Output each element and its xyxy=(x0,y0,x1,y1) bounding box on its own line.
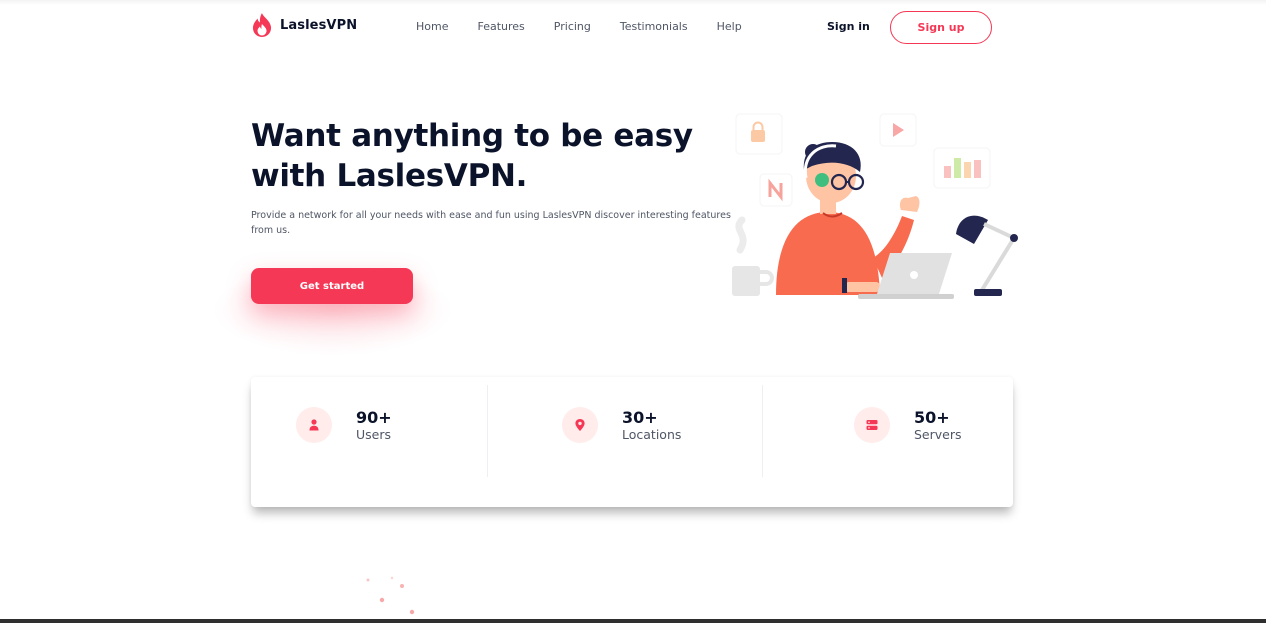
mug-icon xyxy=(732,216,774,296)
bottom-edge xyxy=(0,619,1266,623)
chart-card-icon xyxy=(933,147,991,189)
user-icon xyxy=(309,419,319,431)
hero-description: Provide a network for all your needs wit… xyxy=(251,210,731,236)
stat-label: Servers xyxy=(914,426,962,442)
nav-pricing[interactable]: Pricing xyxy=(554,20,591,33)
stat-label: Users xyxy=(356,426,392,442)
navbar: LaslesVPN Home Features Pricing Testimon… xyxy=(0,0,1266,56)
stat-value: 30+ xyxy=(622,407,658,427)
stat-locations: 30+ Locations xyxy=(562,407,681,443)
get-started-button[interactable]: Get started xyxy=(251,268,413,304)
stat-label: Locations xyxy=(622,426,682,442)
nav-features[interactable]: Features xyxy=(477,20,524,33)
nav-home[interactable]: Home xyxy=(416,20,448,33)
nav-testimonials[interactable]: Testimonials xyxy=(620,20,688,33)
stat-value: 90+ xyxy=(356,407,392,427)
stat-value: 50+ xyxy=(914,407,950,427)
hero-illustration xyxy=(732,113,1018,299)
nav-help[interactable]: Help xyxy=(717,20,742,33)
server-icon xyxy=(866,420,878,430)
flame-logo-icon xyxy=(252,13,272,37)
stat-text: 50+ Servers xyxy=(914,408,962,443)
play-card-icon xyxy=(879,113,917,147)
stat-servers: 50+ Servers xyxy=(854,407,962,443)
stat-text: 30+ Locations xyxy=(622,408,681,443)
signin-link[interactable]: Sign in xyxy=(827,20,870,33)
main-menu: Home Features Pricing Testimonials Help xyxy=(416,20,771,33)
stats-panel: 90+ Users 30+ Locations 50+ Servers xyxy=(251,377,1013,507)
stat-icon-wrap xyxy=(854,407,890,443)
logo[interactable]: LaslesVPN xyxy=(250,12,357,38)
stat-icon-wrap xyxy=(296,407,332,443)
lock-card-icon xyxy=(735,113,783,155)
hero-title: Want anything to be easy with LaslesVPN. xyxy=(251,118,693,194)
decorative-hearts xyxy=(366,576,415,615)
desk-lamp-icon xyxy=(956,215,1018,296)
stat-text: 90+ Users xyxy=(356,408,392,443)
signup-button[interactable]: Sign up xyxy=(890,11,992,44)
brand-name: LaslesVPN xyxy=(280,17,358,33)
stat-divider xyxy=(762,385,763,477)
location-pin-icon xyxy=(575,419,585,431)
netflix-card-icon xyxy=(759,173,793,207)
stat-users: 90+ Users xyxy=(296,407,392,443)
stat-divider xyxy=(487,385,488,477)
stat-icon-wrap xyxy=(562,407,598,443)
